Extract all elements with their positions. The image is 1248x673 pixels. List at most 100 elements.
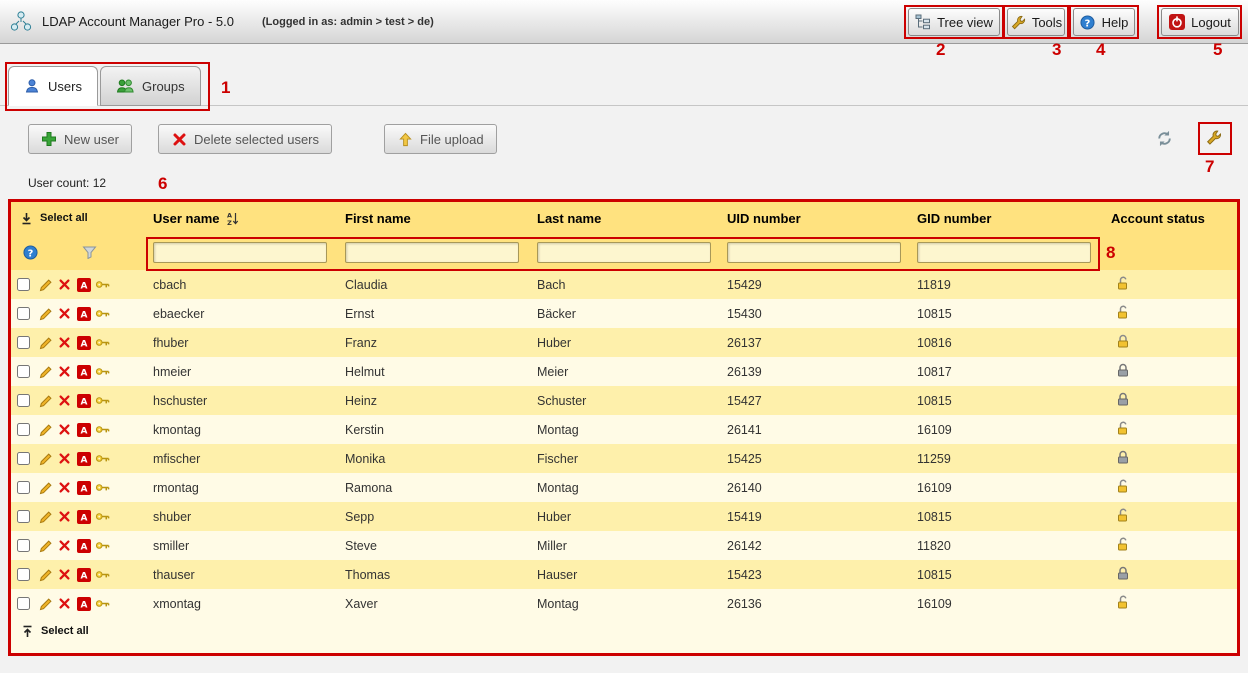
filter-username-input[interactable] bbox=[153, 242, 327, 263]
firstname-cell: Ramona bbox=[345, 473, 537, 502]
help-button[interactable]: ? Help bbox=[1073, 8, 1135, 36]
edit-pencil-icon[interactable] bbox=[38, 422, 53, 437]
svg-text:A: A bbox=[80, 310, 87, 320]
table-row: A fhuber Franz Huber 26137 10816 bbox=[11, 328, 1237, 357]
pdf-export-icon[interactable]: A bbox=[76, 567, 91, 582]
column-header-uid: UID number bbox=[727, 211, 801, 226]
new-user-button[interactable]: New user bbox=[28, 124, 132, 154]
password-key-icon[interactable] bbox=[95, 393, 110, 408]
pdf-export-icon[interactable]: A bbox=[76, 509, 91, 524]
edit-pencil-icon[interactable] bbox=[38, 306, 53, 321]
delete-row-icon[interactable] bbox=[57, 422, 72, 437]
select-all-top[interactable]: Select all bbox=[11, 211, 153, 226]
table-row: A shuber Sepp Huber 15419 10815 bbox=[11, 502, 1237, 531]
row-checkbox[interactable] bbox=[17, 336, 30, 349]
password-key-icon[interactable] bbox=[95, 538, 110, 553]
row-checkbox[interactable] bbox=[17, 365, 30, 378]
password-key-icon[interactable] bbox=[95, 335, 110, 350]
edit-pencil-icon[interactable] bbox=[38, 335, 53, 350]
edit-pencil-icon[interactable] bbox=[38, 393, 53, 408]
delete-selected-users-button[interactable]: Delete selected users bbox=[158, 124, 332, 154]
delete-row-icon[interactable] bbox=[57, 451, 72, 466]
pdf-export-icon[interactable]: A bbox=[76, 306, 91, 321]
pdf-export-icon[interactable]: A bbox=[76, 364, 91, 379]
password-key-icon[interactable] bbox=[95, 596, 110, 611]
password-key-icon[interactable] bbox=[95, 451, 110, 466]
delete-row-icon[interactable] bbox=[57, 364, 72, 379]
row-checkbox[interactable] bbox=[17, 597, 30, 610]
row-checkbox[interactable] bbox=[17, 394, 30, 407]
users-table-section: Select all User name AZ First name Last … bbox=[8, 199, 1240, 656]
pdf-export-icon[interactable]: A bbox=[76, 538, 91, 553]
password-key-icon[interactable] bbox=[95, 277, 110, 292]
filter-firstname-input[interactable] bbox=[345, 242, 519, 263]
edit-pencil-icon[interactable] bbox=[38, 277, 53, 292]
password-key-icon[interactable] bbox=[95, 306, 110, 321]
delete-row-icon[interactable] bbox=[57, 538, 72, 553]
edit-pencil-icon[interactable] bbox=[38, 364, 53, 379]
row-checkbox[interactable] bbox=[17, 278, 30, 291]
pdf-export-icon[interactable]: A bbox=[76, 335, 91, 350]
annotation-number-7: 7 bbox=[1205, 157, 1214, 177]
edit-pencil-icon[interactable] bbox=[38, 596, 53, 611]
delete-row-icon[interactable] bbox=[57, 509, 72, 524]
row-checkbox[interactable] bbox=[17, 539, 30, 552]
password-key-icon[interactable] bbox=[95, 509, 110, 524]
delete-row-icon[interactable] bbox=[57, 393, 72, 408]
tree-view-button[interactable]: Tree view bbox=[908, 8, 1000, 36]
pdf-export-icon[interactable]: A bbox=[76, 596, 91, 611]
users-table: Select all User name AZ First name Last … bbox=[11, 202, 1237, 644]
pdf-export-icon[interactable]: A bbox=[76, 422, 91, 437]
filter-uid-input[interactable] bbox=[727, 242, 901, 263]
row-checkbox[interactable] bbox=[17, 452, 30, 465]
delete-row-icon[interactable] bbox=[57, 306, 72, 321]
delete-row-icon[interactable] bbox=[57, 596, 72, 611]
account-status-expired-icon bbox=[1115, 450, 1130, 465]
row-checkbox[interactable] bbox=[17, 568, 30, 581]
edit-pencil-icon[interactable] bbox=[38, 567, 53, 582]
filter-gid-input[interactable] bbox=[917, 242, 1091, 263]
tools-button[interactable]: Tools bbox=[1007, 8, 1065, 36]
delete-row-icon[interactable] bbox=[57, 335, 72, 350]
filter-help-icon[interactable]: ? bbox=[23, 245, 38, 260]
tab-users[interactable]: Users bbox=[8, 66, 98, 106]
row-checkbox[interactable] bbox=[17, 307, 30, 320]
logout-button[interactable]: Logout bbox=[1161, 8, 1239, 36]
account-status-locked-icon bbox=[1115, 334, 1130, 349]
firstname-cell: Claudia bbox=[345, 270, 537, 299]
username-cell: shuber bbox=[153, 502, 345, 531]
tab-groups[interactable]: Groups bbox=[100, 66, 201, 106]
lastname-cell: Hauser bbox=[537, 560, 727, 589]
edit-pencil-icon[interactable] bbox=[38, 480, 53, 495]
password-key-icon[interactable] bbox=[95, 480, 110, 495]
delete-row-icon[interactable] bbox=[57, 277, 72, 292]
svg-text:?: ? bbox=[1085, 18, 1091, 29]
pdf-export-icon[interactable]: A bbox=[76, 451, 91, 466]
select-all-bottom[interactable]: Select all bbox=[12, 624, 1236, 639]
refresh-icon[interactable] bbox=[1155, 129, 1175, 149]
row-checkbox[interactable] bbox=[17, 510, 30, 523]
row-checkbox[interactable] bbox=[17, 423, 30, 436]
edit-pencil-icon[interactable] bbox=[38, 538, 53, 553]
edit-pencil-icon[interactable] bbox=[38, 451, 53, 466]
sort-az-icon[interactable]: AZ bbox=[225, 211, 240, 226]
column-header-username: User name bbox=[153, 211, 219, 226]
filter-funnel-icon[interactable] bbox=[82, 245, 97, 260]
delete-row-icon[interactable] bbox=[57, 480, 72, 495]
table-row: A xmontag Xaver Montag 26136 16109 bbox=[11, 589, 1237, 618]
lastname-cell: Huber bbox=[537, 328, 727, 357]
delete-row-icon[interactable] bbox=[57, 567, 72, 582]
filter-lastname-input[interactable] bbox=[537, 242, 711, 263]
settings-wrench-icon[interactable] bbox=[1205, 129, 1225, 149]
password-key-icon[interactable] bbox=[95, 567, 110, 582]
svg-text:A: A bbox=[80, 397, 87, 407]
password-key-icon[interactable] bbox=[95, 364, 110, 379]
uid-cell: 15419 bbox=[727, 502, 917, 531]
edit-pencil-icon[interactable] bbox=[38, 509, 53, 524]
pdf-export-icon[interactable]: A bbox=[76, 393, 91, 408]
file-upload-button[interactable]: File upload bbox=[384, 124, 497, 154]
row-checkbox[interactable] bbox=[17, 481, 30, 494]
pdf-export-icon[interactable]: A bbox=[76, 480, 91, 495]
password-key-icon[interactable] bbox=[95, 422, 110, 437]
pdf-export-icon[interactable]: A bbox=[76, 277, 91, 292]
